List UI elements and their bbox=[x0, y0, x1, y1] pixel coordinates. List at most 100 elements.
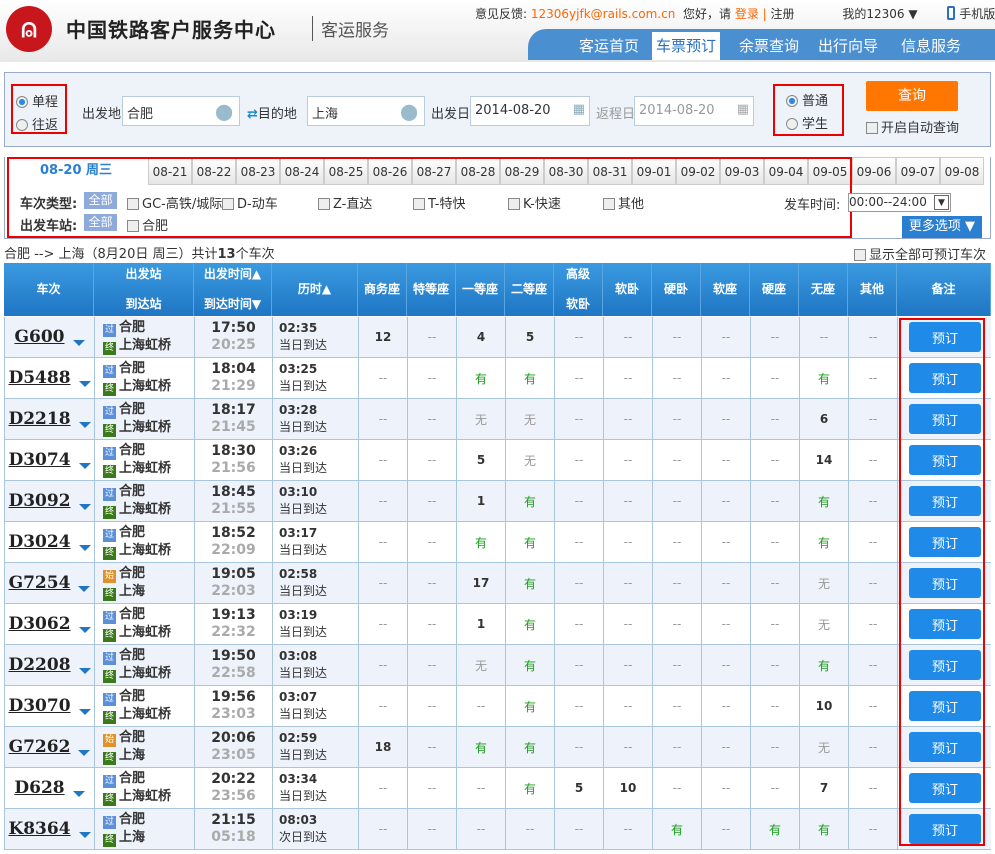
from-station[interactable]: 过合肥 bbox=[103, 647, 171, 665]
chevron-down-icon[interactable] bbox=[78, 545, 91, 551]
column-header[interactable]: 一等座 bbox=[456, 263, 505, 316]
nav-info[interactable]: 信息服务 bbox=[901, 35, 961, 56]
train-number-link[interactable]: G7254 bbox=[9, 573, 71, 593]
date-input[interactable]: 2014-08-20 ▦ bbox=[470, 96, 590, 126]
train-number-link[interactable]: D2208 bbox=[8, 655, 70, 675]
to-input[interactable]: 上海 ⬤ bbox=[307, 96, 425, 126]
column-header[interactable]: 历时▲ bbox=[272, 263, 358, 316]
train-type-all[interactable]: 全部 bbox=[84, 192, 117, 209]
to-station[interactable]: 终上海 bbox=[103, 583, 145, 601]
from-station[interactable]: 过合肥 bbox=[103, 811, 145, 829]
train-type-checkbox[interactable]: 其他 bbox=[603, 193, 644, 212]
train-number-link[interactable]: D3070 bbox=[8, 696, 70, 716]
train-type-checkbox[interactable]: T-特快 bbox=[413, 193, 465, 212]
train-number-link[interactable]: G7262 bbox=[9, 737, 71, 757]
chevron-down-icon[interactable] bbox=[72, 340, 85, 346]
swap-stations[interactable]: ⇄目的地 bbox=[247, 103, 297, 122]
to-station[interactable]: 终上海虹桥 bbox=[103, 542, 171, 560]
chevron-down-icon[interactable] bbox=[78, 504, 91, 510]
column-header[interactable]: 出发时间▲ 到达时间▼ bbox=[194, 263, 272, 316]
time-select[interactable]: 00:00--24:00 ▼ bbox=[848, 193, 951, 212]
from-station[interactable]: 过合肥 bbox=[103, 360, 171, 378]
to-station[interactable]: 终上海 bbox=[103, 747, 145, 765]
train-number-link[interactable]: D3074 bbox=[8, 450, 70, 470]
location-pin-icon[interactable]: ⬤ bbox=[400, 102, 418, 121]
to-station[interactable]: 终上海虹桥 bbox=[103, 419, 171, 437]
adult-radio[interactable]: 普通 bbox=[786, 90, 828, 109]
student-radio[interactable]: 学生 bbox=[786, 113, 828, 132]
mobile-link[interactable]: 手机版 bbox=[947, 6, 995, 21]
column-header[interactable]: 二等座 bbox=[505, 263, 554, 316]
from-station[interactable]: 过合肥 bbox=[103, 483, 171, 501]
to-station[interactable]: 终上海虹桥 bbox=[103, 337, 171, 355]
nav-home[interactable]: 客运首页 bbox=[579, 35, 639, 56]
train-number-link[interactable]: D3024 bbox=[8, 532, 70, 552]
nav-booking[interactable]: 车票预订 bbox=[652, 32, 721, 60]
train-number-link[interactable]: D3092 bbox=[8, 491, 70, 511]
column-header[interactable]: 出发站 到达站 bbox=[94, 263, 194, 316]
to-station[interactable]: 终上海虹桥 bbox=[103, 624, 171, 642]
chevron-down-icon[interactable] bbox=[72, 791, 85, 797]
nav-remaining[interactable]: 余票查询 bbox=[739, 35, 799, 56]
column-header[interactable]: 其他 bbox=[848, 263, 897, 316]
chevron-down-icon[interactable] bbox=[78, 832, 91, 838]
train-type-checkbox[interactable]: K-快速 bbox=[508, 193, 561, 212]
to-station[interactable]: 终上海 bbox=[103, 829, 145, 847]
from-station[interactable]: 始合肥 bbox=[103, 565, 145, 583]
station-all[interactable]: 全部 bbox=[84, 214, 117, 231]
feedback-email-link[interactable]: 12306yjfk@rails.com.cn bbox=[531, 7, 675, 21]
chevron-down-icon[interactable] bbox=[78, 668, 91, 674]
chevron-down-icon[interactable] bbox=[78, 422, 91, 428]
search-button[interactable]: 查询 bbox=[866, 81, 958, 111]
show-all-checkbox[interactable]: 显示全部可预订车次 bbox=[854, 244, 986, 263]
chevron-down-icon[interactable] bbox=[78, 381, 91, 387]
to-station[interactable]: 终上海虹桥 bbox=[103, 460, 171, 478]
column-header[interactable]: 软座 bbox=[701, 263, 750, 316]
from-station[interactable]: 过合肥 bbox=[103, 442, 171, 460]
chevron-down-icon[interactable] bbox=[78, 627, 91, 633]
one-way-radio[interactable]: 单程 bbox=[16, 91, 58, 110]
register-link[interactable]: 注册 bbox=[771, 7, 795, 21]
column-header[interactable]: 硬卧 bbox=[652, 263, 701, 316]
from-station[interactable]: 过合肥 bbox=[103, 688, 171, 706]
chevron-down-icon[interactable] bbox=[78, 463, 91, 469]
date-tab[interactable]: 09-08 bbox=[940, 157, 984, 185]
chevron-down-icon[interactable] bbox=[78, 709, 91, 715]
railway-logo[interactable]: ⍝ bbox=[6, 6, 52, 52]
to-station[interactable]: 终上海虹桥 bbox=[103, 665, 171, 683]
to-station[interactable]: 终上海虹桥 bbox=[103, 378, 171, 396]
from-station[interactable]: 过合肥 bbox=[103, 401, 171, 419]
chevron-down-icon[interactable] bbox=[78, 586, 91, 592]
to-station[interactable]: 终上海虹桥 bbox=[103, 501, 171, 519]
train-number-link[interactable]: D628 bbox=[14, 778, 64, 798]
train-type-checkbox[interactable]: D-动车 bbox=[222, 193, 278, 212]
date-tab[interactable]: 09-07 bbox=[896, 157, 940, 185]
date-tab[interactable]: 09-06 bbox=[852, 157, 896, 185]
to-station[interactable]: 终上海虹桥 bbox=[103, 706, 171, 724]
from-station[interactable]: 始合肥 bbox=[103, 729, 145, 747]
column-header[interactable]: 软卧 bbox=[603, 263, 652, 316]
return-date-input[interactable]: 2014-08-20 ▦ bbox=[634, 96, 754, 126]
to-station[interactable]: 终上海虹桥 bbox=[103, 788, 171, 806]
calendar-icon[interactable]: ▦ bbox=[573, 102, 585, 117]
column-header[interactable]: 特等座 bbox=[407, 263, 456, 316]
nav-guide[interactable]: 出行向导 bbox=[818, 35, 878, 56]
train-number-link[interactable]: D5488 bbox=[8, 368, 70, 388]
more-options-button[interactable]: 更多选项 ▼ bbox=[902, 216, 982, 238]
from-station[interactable]: 过合肥 bbox=[103, 319, 171, 337]
from-input[interactable]: 合肥 ⬤ bbox=[122, 96, 240, 126]
train-number-link[interactable]: K8364 bbox=[8, 819, 70, 839]
train-number-link[interactable]: G600 bbox=[14, 327, 64, 347]
calendar-icon[interactable]: ▦ bbox=[737, 102, 749, 117]
from-station[interactable]: 过合肥 bbox=[103, 524, 171, 542]
train-number-link[interactable]: D3062 bbox=[8, 614, 70, 634]
column-header[interactable]: 无座 bbox=[799, 263, 848, 316]
train-type-checkbox[interactable]: GC-高铁/城际 bbox=[127, 193, 222, 212]
train-number-link[interactable]: D2218 bbox=[8, 409, 70, 429]
station-hefei-checkbox[interactable]: 合肥 bbox=[127, 215, 168, 234]
column-header[interactable]: 备注 bbox=[897, 263, 991, 316]
from-station[interactable]: 过合肥 bbox=[103, 606, 171, 624]
from-station[interactable]: 过合肥 bbox=[103, 770, 171, 788]
column-header[interactable]: 高级 软卧 bbox=[554, 263, 603, 316]
auto-query-checkbox[interactable]: 开启自动查询 bbox=[866, 117, 959, 136]
